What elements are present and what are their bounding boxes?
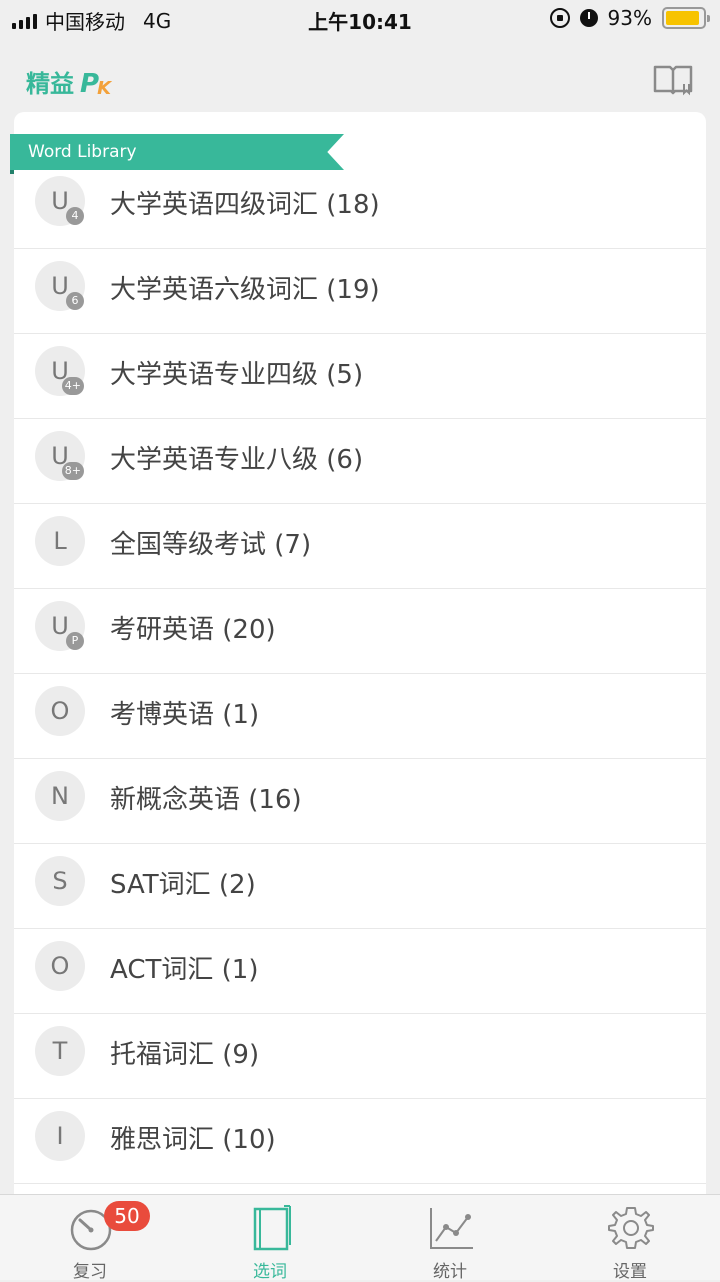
tab-choose-words[interactable]: 选词 — [180, 1195, 360, 1282]
battery-percent: 93% — [607, 6, 652, 30]
word-library-item[interactable]: S SAT词汇 (2) — [14, 844, 706, 929]
category-letter: N — [51, 782, 69, 810]
status-right: 93% — [549, 6, 710, 30]
category-letter: L — [53, 527, 67, 555]
category-letter: I — [56, 1122, 64, 1150]
rotation-lock-icon — [549, 8, 570, 28]
word-library-item-label: 雅思词汇 (10) — [110, 1125, 276, 1155]
category-avatar: UP — [35, 601, 85, 651]
word-library-item-label: 大学英语六级词汇 (19) — [110, 275, 380, 305]
category-avatar: U4 — [35, 176, 85, 226]
word-library-list: U 4 大学英语四级词汇 (18) U 6 大学英语六级词汇 (19) U 4+ 大学英语专业四… — [14, 164, 706, 1184]
app-header: 精益 P K — [0, 40, 720, 116]
category-letter: T — [52, 1037, 68, 1065]
status-bar: 中国移动 4G 上午10:41 93% — [0, 0, 720, 40]
category-avatar: I — [35, 1111, 85, 1161]
category-avatar: U 8+ — [35, 431, 85, 481]
word-library-item[interactable]: O ACT词汇 (1) — [14, 929, 706, 1014]
word-library-item[interactable]: U 8+ 大学英语专业八级 (6) — [14, 419, 706, 504]
category-sub-badge: 4+ — [61, 377, 84, 395]
word-library-item[interactable]: O 考博英语 (1) — [14, 674, 706, 759]
word-library-item[interactable]: T 托福词汇 (9) — [14, 1014, 706, 1099]
word-library-item[interactable]: U P 考研英语 (20) — [14, 589, 706, 674]
open-book-button[interactable] — [652, 62, 694, 96]
word-library-item[interactable]: L 全国等级考试 (7) — [14, 504, 706, 589]
category-avatar: O — [35, 941, 85, 991]
category-avatar: U 4+ — [35, 346, 85, 396]
category-letter: S — [52, 867, 68, 895]
category-sub-badge: P — [66, 632, 84, 650]
word-library-item-label: SAT词汇 (2) — [110, 870, 256, 900]
tab-choose-words-label: 选词 — [253, 1262, 287, 1282]
word-library-item[interactable]: U 4+ 大学英语专业四级 (5) — [14, 334, 706, 419]
word-library-card: Word Library U 4 大学英语四级词汇 (18) U 6 大学英语六级词汇 (… — [10, 112, 706, 1212]
word-library-item-label: 大学英语四级词汇 (18) — [110, 190, 380, 220]
word-library-item-label: 托福词汇 (9) — [110, 1040, 260, 1070]
word-library-item-label: ACT词汇 (1) — [110, 955, 259, 985]
category-avatar: T — [35, 1026, 85, 1076]
word-library-item-label: 全国等级考试 (7) — [110, 530, 312, 560]
category-avatar: O — [35, 686, 85, 736]
review-count-badge: 50 — [104, 1201, 150, 1231]
word-library-item[interactable]: U 6 大学英语六级词汇 (19) — [14, 249, 706, 334]
category-avatar: L — [35, 516, 85, 566]
open-book-icon — [653, 65, 693, 96]
category-sub-badge: 6 — [66, 292, 84, 310]
category-letter: O — [50, 697, 70, 725]
tab-review-label: 复习 — [73, 1262, 107, 1282]
battery-level — [666, 11, 700, 25]
category-sub-badge: 4 — [66, 207, 84, 225]
category-sub-badge: 8+ — [61, 462, 84, 480]
logo-k: K — [97, 78, 112, 99]
word-library-item[interactable]: I 雅思词汇 (10) — [14, 1099, 706, 1184]
book-icon — [253, 1205, 291, 1251]
category-avatar: N — [35, 771, 85, 821]
word-library-item-label: 新概念英语 (16) — [110, 785, 302, 815]
category-letter: O — [50, 952, 70, 980]
gear-icon — [608, 1207, 654, 1249]
word-library-item-label: 考研英语 (20) — [110, 615, 276, 645]
tab-review[interactable]: 50 复习 — [0, 1195, 180, 1282]
category-avatar: S — [35, 856, 85, 906]
word-library-item-label: 大学英语专业八级 (6) — [110, 445, 364, 475]
tab-statistics[interactable]: 统计 — [360, 1195, 540, 1282]
chart-icon — [430, 1208, 473, 1249]
battery-icon — [662, 7, 710, 29]
bottom-tab-bar: 50 复习 选词 统计 设置 — [0, 1194, 720, 1282]
tab-settings[interactable]: 设置 — [540, 1195, 720, 1282]
app-logo: 精益 P K — [26, 64, 111, 99]
tab-statistics-label: 统计 — [433, 1262, 467, 1282]
word-library-item-label: 考博英语 (1) — [110, 700, 260, 730]
word-library-item[interactable]: U 4 大学英语四级词汇 (18) — [14, 164, 706, 249]
alarm-icon — [579, 9, 598, 27]
word-library-item-label: 大学英语专业四级 (5) — [110, 360, 364, 390]
word-library-item[interactable]: N 新概念英语 (16) — [14, 759, 706, 844]
logo-text: 精益 — [26, 70, 74, 98]
tab-settings-label: 设置 — [613, 1262, 647, 1282]
category-avatar: U6 — [35, 261, 85, 311]
